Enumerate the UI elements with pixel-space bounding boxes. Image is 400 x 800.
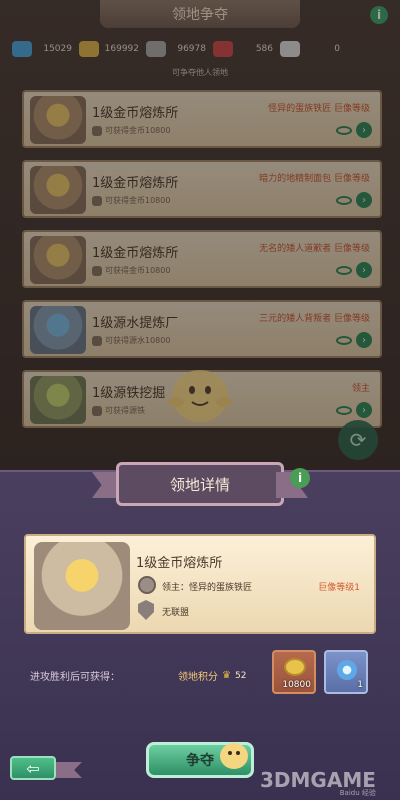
points-value: 52 bbox=[234, 670, 247, 681]
panel-title: 领地详情 bbox=[116, 462, 284, 506]
points-label: 领地积分 bbox=[178, 672, 218, 683]
crystal-orb-icon bbox=[337, 660, 357, 680]
lord-name: 领主：怪异的蛋族铁匠 bbox=[162, 583, 253, 593]
back-button[interactable]: ⇦ bbox=[10, 756, 56, 780]
colossus-rank: 巨像等级1 bbox=[318, 583, 360, 593]
rewards-label: 进攻胜利后可获得： bbox=[30, 672, 120, 683]
gold-smelter-thumbnail bbox=[34, 542, 130, 630]
territory-detail-card: 1级金币熔炼所 领主：怪异的蛋族铁匠 巨像等级1 无联盟 bbox=[24, 534, 376, 634]
panel-header: 领地详情 bbox=[92, 462, 308, 506]
egg-mascot-icon bbox=[220, 743, 248, 769]
watermark-sub: Baidu 经验 bbox=[339, 789, 376, 797]
lord-avatar-icon bbox=[138, 576, 156, 594]
back-arrow-icon: ⇦ bbox=[26, 758, 40, 778]
territory-detail-panel: 领地详情 i 1级金币熔炼所 领主：怪异的蛋族铁匠 巨像等级1 无联盟 进攻胜利… bbox=[0, 462, 400, 800]
gold-coin-icon bbox=[284, 658, 306, 676]
ribbon-decoration bbox=[56, 762, 82, 778]
info-icon[interactable]: i bbox=[290, 468, 310, 488]
detail-territory-name: 1级金币熔炼所 bbox=[136, 556, 223, 571]
reward-item-gold[interactable]: 10800 bbox=[272, 650, 316, 694]
item-quantity: 10800 bbox=[282, 680, 311, 690]
attack-button-label: 争夺 bbox=[186, 753, 214, 769]
watermark: 3DMGAME Baidu 经验 bbox=[260, 768, 376, 797]
alliance-status: 无联盟 bbox=[162, 608, 190, 618]
panel-title-text: 领地详情 bbox=[169, 475, 230, 494]
reward-item-crystal[interactable]: 1 bbox=[324, 650, 368, 694]
item-quantity: 1 bbox=[357, 680, 363, 690]
territory-points: 领地积分 ♛ 52 bbox=[178, 668, 246, 683]
alliance-shield-icon bbox=[138, 600, 154, 620]
crown-icon: ♛ bbox=[222, 670, 231, 681]
territory-list-screen: 领地争夺 i 15029 169992 96978 586 0 可争夺他人领地 … bbox=[0, 0, 400, 470]
modal-backdrop[interactable] bbox=[0, 0, 400, 470]
